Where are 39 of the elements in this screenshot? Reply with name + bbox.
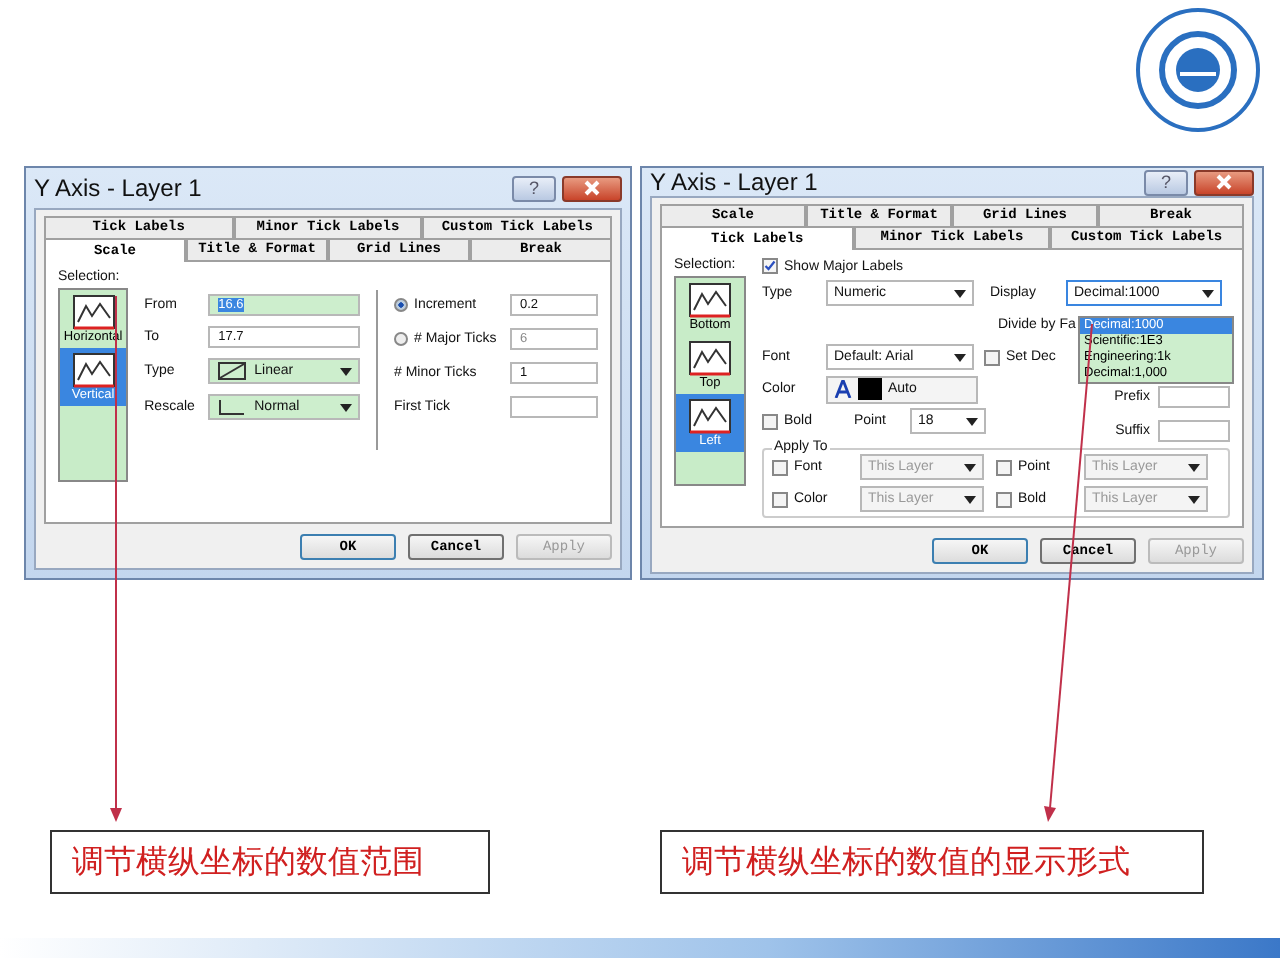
help-button[interactable]: ? xyxy=(1144,169,1188,195)
letter-a-icon xyxy=(834,380,852,398)
caret-icon xyxy=(1202,289,1214,297)
close-icon xyxy=(584,180,600,196)
window-title: Y Axis - Layer 1 xyxy=(34,174,204,202)
caret-icon xyxy=(340,367,353,375)
checkbox[interactable] xyxy=(996,491,1012,507)
close-button[interactable] xyxy=(562,175,622,201)
input-field[interactable] xyxy=(510,396,598,418)
axis-icon xyxy=(688,282,732,318)
axis-icon xyxy=(688,398,732,434)
window-title: Y Axis - Layer 1 xyxy=(650,168,820,196)
checkbox[interactable] xyxy=(762,413,778,429)
caret-icon xyxy=(1188,463,1200,471)
checkbox[interactable] xyxy=(984,349,1000,365)
input-field[interactable] xyxy=(1158,386,1230,408)
caret-icon xyxy=(954,353,966,361)
close-button[interactable] xyxy=(1194,169,1254,195)
axis-corner-icon xyxy=(216,398,249,416)
checkbox[interactable] xyxy=(772,459,788,475)
checkbox[interactable] xyxy=(772,491,788,507)
linear-scale-icon xyxy=(216,362,249,380)
caret-icon xyxy=(340,403,353,411)
axis-icon xyxy=(71,294,116,330)
input-field[interactable] xyxy=(1158,420,1230,442)
checkbox[interactable] xyxy=(996,459,1012,475)
caption: 调节横纵坐标的数值的显示形式 xyxy=(660,830,1204,894)
caret-icon xyxy=(966,417,978,425)
axis-icon xyxy=(688,340,732,376)
help-button[interactable]: ? xyxy=(512,175,556,201)
caret-icon xyxy=(1188,495,1200,503)
university-seal-icon xyxy=(1136,8,1260,132)
caption: 调节横纵坐标的数值范围 xyxy=(50,830,490,894)
close-icon xyxy=(1216,174,1232,190)
caret-icon xyxy=(964,495,976,503)
caret-icon xyxy=(964,463,976,471)
checkbox[interactable] xyxy=(762,258,778,274)
axis-icon xyxy=(71,352,116,388)
caret-icon xyxy=(954,289,966,297)
